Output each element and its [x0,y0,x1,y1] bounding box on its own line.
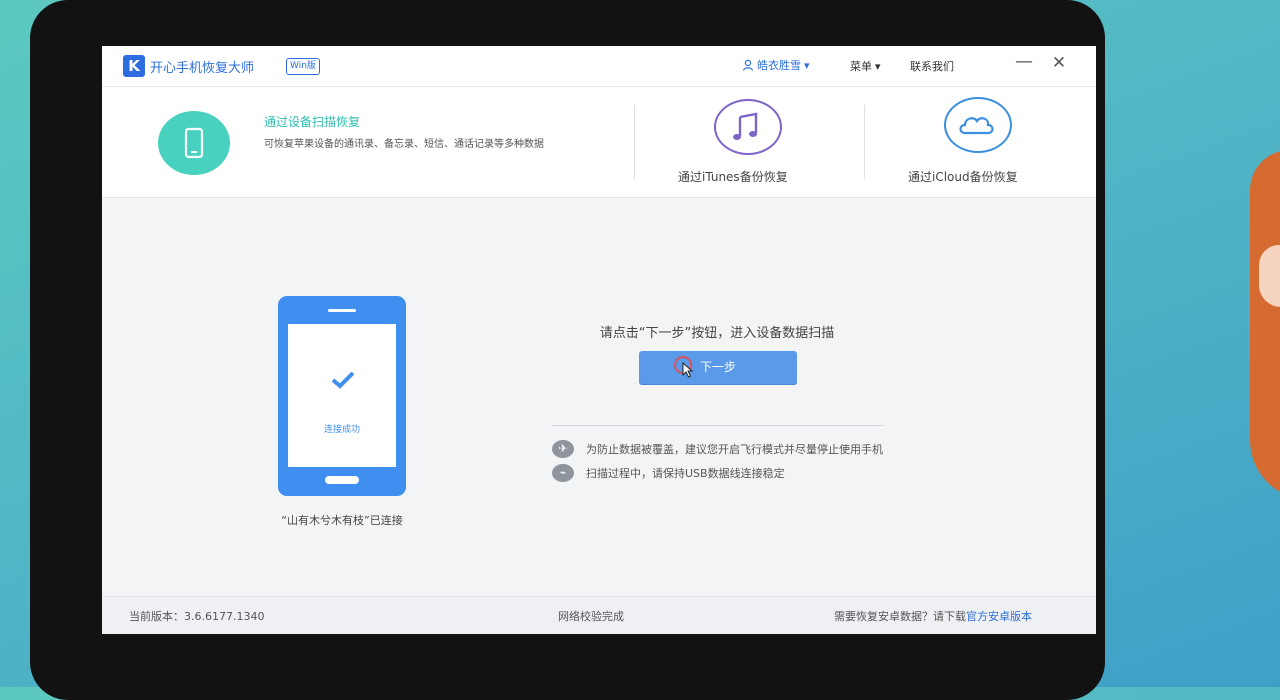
mouse-cursor-icon [682,362,694,378]
device-scan-icon-bg [158,111,230,175]
minimize-button[interactable]: — [1012,51,1036,72]
cloud-icon [959,117,994,135]
app-window: K 开心手机恢复大师 Win版 皓衣胜雪 ▾ 菜单 ▾ 联系我们 — ✕ 通过设… [102,46,1096,634]
next-step-button[interactable]: 下一步 [639,351,797,384]
usb-icon: ⌁ [552,464,574,482]
app-logo: K [123,55,145,77]
connection-success-text: 连接成功 [323,425,360,435]
mode-divider [634,105,635,179]
win-badge: Win版 [286,58,320,75]
itunes-icon-ring [714,99,782,155]
android-prompt-text: 需要恢复安卓数据？请下载 [834,610,966,623]
smartphone-icon [184,127,204,159]
user-icon [742,59,754,71]
version-text: 当前版本：3.6.6177.1340 [129,610,265,623]
itunes-label: 通过iTunes备份恢复 [678,170,788,184]
tip-usb-stable: ⌁ 扫描过程中，请保持USB数据线连接稳定 [552,464,785,482]
menu-button[interactable]: 菜单 ▾ [850,58,881,74]
contact-us-link[interactable]: 联系我们 [910,58,954,74]
close-button[interactable]: ✕ [1047,53,1071,73]
phone-speaker [328,309,356,312]
mode-divider [864,105,865,179]
checkmark-icon [331,371,355,389]
tip-text: 为防止数据被覆盖，建议您开启飞行模式并尽量停止使用手机 [586,443,883,456]
status-footer: 当前版本：3.6.6177.1340 网络校验完成 需要恢复安卓数据？请下载官方… [102,596,1096,634]
network-status: 网络校验完成 [558,610,624,623]
device-scan-title: 通过设备扫描恢复 [264,115,361,129]
tip-text: 扫描过程中，请保持USB数据线连接稳定 [586,467,785,480]
connected-phone-illustration: 连接成功 [278,296,406,496]
android-version-link[interactable]: 官方安卓版本 [966,610,1032,623]
android-download-prompt: 需要恢复安卓数据？请下载官方安卓版本 [834,608,1032,624]
character-face [1259,245,1280,307]
tip-airplane-mode: ✈ 为防止数据被覆盖，建议您开启飞行模式并尽量停止使用手机 [552,440,883,458]
character-hair [1250,150,1280,500]
icloud-icon-ring [944,97,1012,153]
chevron-down-icon: ▾ [875,59,881,73]
title-bar: K 开心手机恢复大师 Win版 皓衣胜雪 ▾ 菜单 ▾ 联系我们 — ✕ [102,46,1096,87]
content-divider [552,425,884,426]
menu-label: 菜单 [850,60,872,73]
app-title: 开心手机恢复大师 [150,61,255,76]
monitor-frame: K 开心手机恢复大师 Win版 皓衣胜雪 ▾ 菜单 ▾ 联系我们 — ✕ 通过设… [30,0,1105,700]
device-connected-status: “山有木兮木有枝”已连接 [281,514,403,527]
chevron-down-icon: ▾ [804,58,810,72]
device-scan-desc: 可恢复苹果设备的通讯录、备忘录、短信、通话记录等多种数据 [264,139,544,150]
scan-instruction: 请点击“下一步”按钮，进入设备数据扫描 [599,326,835,341]
phone-screen: 连接成功 [288,324,396,467]
airplane-icon: ✈ [552,440,574,458]
phone-home-button [325,476,359,484]
recovery-mode-bar: 通过设备扫描恢复 可恢复苹果设备的通讯录、备忘录、短信、通话记录等多种数据 通过… [102,87,1096,198]
music-note-icon [733,112,758,140]
icloud-label: 通过iCloud备份恢复 [908,170,1018,184]
user-name: 皓衣胜雪 [757,59,801,72]
user-account-menu[interactable]: 皓衣胜雪 ▾ [742,57,810,73]
